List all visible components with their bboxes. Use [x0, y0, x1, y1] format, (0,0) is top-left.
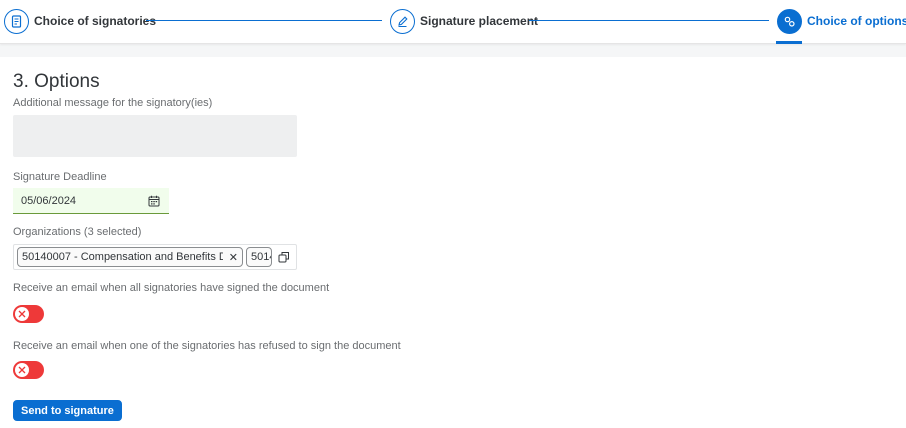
calendar-icon[interactable]	[143, 190, 165, 212]
wizard-step-label: Choice of signatories	[34, 14, 157, 28]
organization-token[interactable]: 50140007 - Compensation and Benefits DE …	[17, 247, 243, 267]
remove-token-icon[interactable]: ✕	[229, 251, 238, 264]
wizard-step-label: Choice of options	[807, 14, 906, 28]
organization-token[interactable]: 5014	[246, 247, 272, 267]
email-all-signed-switch[interactable]	[13, 305, 44, 323]
email-refused-switch[interactable]	[13, 361, 44, 379]
email-all-signed-label: Receive an email when all signatories ha…	[13, 282, 330, 294]
wizard-connector	[529, 20, 769, 21]
wizard-step-signatories[interactable]: Choice of signatories	[4, 8, 156, 34]
section-title: 3. Options	[13, 71, 100, 92]
token-label: 50140007 - Compensation and Benefits DE	[22, 251, 223, 263]
deadline-label: Signature Deadline	[13, 171, 107, 183]
options-panel: 3. Options Additional message for the si…	[0, 57, 906, 428]
document-icon	[4, 8, 29, 34]
deadline-value: 05/06/2024	[21, 194, 77, 207]
close-icon	[15, 307, 29, 321]
token-label: 5014	[251, 251, 271, 263]
close-icon	[15, 363, 29, 377]
pencil-icon	[390, 8, 415, 34]
active-step-indicator	[776, 41, 802, 44]
options-icon	[777, 8, 802, 34]
wizard-connector	[146, 20, 382, 21]
message-textarea[interactable]	[13, 115, 297, 157]
send-to-signature-button[interactable]: Send to signature	[13, 400, 122, 421]
deadline-date-picker[interactable]: 05/06/2024	[13, 188, 169, 214]
wizard-header: Choice of signatories Signature placemen…	[0, 0, 906, 44]
wizard-step-placement[interactable]: Signature placement	[390, 8, 538, 34]
wizard-step-options[interactable]: Choice of options	[777, 8, 906, 34]
wizard-step-label: Signature placement	[420, 14, 539, 28]
message-label: Additional message for the signatory(ies…	[13, 97, 213, 109]
organizations-label: Organizations (3 selected)	[13, 226, 142, 238]
organizations-multi-input[interactable]: 50140007 - Compensation and Benefits DE …	[13, 244, 297, 270]
email-refused-label: Receive an email when one of the signato…	[13, 340, 401, 352]
value-help-icon[interactable]	[274, 247, 294, 267]
